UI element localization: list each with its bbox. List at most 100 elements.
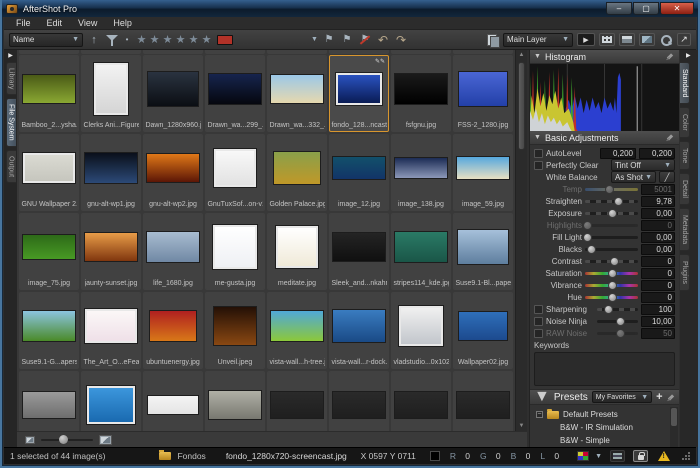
noise-ninja-slider[interactable] [597,320,638,323]
thumbnail-cell[interactable]: GNU Wallpaper 2.jpg [19,134,79,211]
thumbnail-cell[interactable]: FSS-2_1280.jpg [453,55,513,132]
image-view-icon[interactable] [639,33,655,46]
color-label-swatch[interactable] [217,35,233,45]
thumbnail-image[interactable] [333,157,385,179]
slider-handle[interactable] [604,305,613,314]
vibrance-value[interactable]: 0 [641,280,675,291]
thumbnail-cell[interactable]: GnuTuxSof...on-v1.jpg [205,134,265,211]
thumbnail-image[interactable] [333,310,385,342]
close-button[interactable]: ✕ [660,2,694,15]
thumbnail-cell[interactable]: vladstudio...0x1024.jpg [391,292,451,369]
thumbnail-cell[interactable]: Unveil.jpeg [205,292,265,369]
thumbnail-size-slider[interactable] [41,439,93,441]
fill-light-slider[interactable] [585,236,638,239]
thumbnail-image[interactable] [87,386,135,424]
menu-file[interactable]: File [8,18,39,28]
thumbnail-cell[interactable]: life_1680.jpg [143,213,203,290]
browse-view-icon[interactable] [619,33,635,46]
sidebar-tab-library[interactable]: Library [6,62,16,95]
presets-header[interactable]: ▼ Presets My Favorites ▼ + [530,389,679,405]
slider-handle[interactable] [608,209,617,218]
sharpening-slider[interactable] [597,308,638,311]
pin-icon[interactable] [666,133,675,142]
keywords-input[interactable] [534,352,675,386]
thumbnail-cell[interactable]: ubuntuenergy.jpg [143,292,203,369]
thumbnail-cell[interactable]: image_138.jpg [391,134,451,211]
sort-dropdown[interactable]: Name ▼ [9,33,83,47]
thumbnail-cell[interactable]: Suse9.1-G...apers.jpg [19,292,79,369]
thumbnail-cell[interactable]: Dawn_1280x960.jpg [143,55,203,132]
thumbnail-image[interactable] [213,225,257,269]
panel-tab-detail[interactable]: Detail [680,173,690,205]
thumbnail-image[interactable] [147,154,199,182]
scroll-down-icon[interactable]: ▼ [516,421,527,431]
star-icon[interactable]: ★ [161,33,174,47]
slideshow-icon[interactable]: ▶ [577,33,595,46]
thumbnail-image[interactable] [23,235,75,259]
thumbnail-image[interactable] [333,233,385,261]
highlights-slider[interactable] [585,224,638,227]
thumbnail-image[interactable] [459,72,507,106]
thumbnail-cell[interactable]: Bamboo_2...ysha.jpg [19,55,79,132]
noise-ninja-checkbox[interactable] [534,317,543,326]
thumbnail-cell[interactable]: The_Art_O...eFear.jpg [81,292,141,369]
collapse-arrow-icon[interactable]: ▶ [8,52,13,59]
lock-icon[interactable] [633,450,648,462]
thumbnail-image[interactable] [209,391,261,419]
slider-handle[interactable] [608,281,617,290]
thumbnail-image[interactable] [23,153,75,183]
thumbnail-cell[interactable]: ✎✎fondo_128...ncast.jpg [329,55,389,132]
scroll-up-icon[interactable]: ▲ [516,50,527,60]
slider-handle[interactable] [583,233,592,242]
thumbnail-image[interactable] [395,158,447,178]
thumbnail-image[interactable] [214,307,256,345]
sort-direction-icon[interactable]: ↑ [87,33,101,47]
thumbnail-cell[interactable]: meditate.jpg [267,213,327,290]
collapse-expander-icon[interactable]: – [536,411,543,418]
thumbnail-cell[interactable]: fsfgnu.jpg [391,55,451,132]
collapse-arrow-icon[interactable]: ▶ [686,52,691,59]
thumbnail-image[interactable] [271,75,323,103]
large-thumbnail-icon[interactable] [99,435,112,445]
star-icon[interactable]: ★ [187,33,200,47]
straighten-value[interactable]: 9,78 [641,196,675,207]
saturation-value[interactable]: 0 [641,268,675,279]
highlights-value[interactable]: 0 [641,220,675,231]
scrollbar-thumb[interactable] [518,62,525,150]
thumbnail-cell[interactable]: image_59.jpg [453,134,513,211]
menu-edit[interactable]: Edit [39,18,71,28]
presets-scrollbar[interactable] [670,407,678,447]
rating-none-icon[interactable]: • [123,33,131,47]
thumbnail-image[interactable] [271,392,323,418]
warning-icon[interactable] [658,451,670,461]
preset-item[interactable]: B&W - IR Simulation [536,421,667,434]
noise-ninja-value[interactable]: 10,00 [641,316,675,327]
panel-tab-tone[interactable]: Tone [680,141,690,170]
thumbnail-image[interactable] [399,306,443,346]
thumbnail-cell[interactable]: Suse9.1-Bl...papers.jpg [453,213,513,290]
filter-icon[interactable] [105,33,119,47]
blacks-value[interactable]: 0,00 [641,244,675,255]
menu-view[interactable]: View [70,18,105,28]
thumbnail-cell[interactable]: image_75.jpg [19,213,79,290]
thumbnail-image[interactable] [23,75,75,103]
thumbnail-cell[interactable] [19,371,79,431]
thumbnail-cell[interactable] [81,371,141,431]
add-preset-button[interactable]: + [656,391,662,403]
hue-slider[interactable] [585,296,638,299]
current-folder[interactable]: Fondos [177,451,205,461]
thumbnail-cell[interactable] [329,371,389,431]
thumbnail-image[interactable] [457,157,509,179]
thumbnail-cell[interactable]: Sleek_and...nkahn.jpg [329,213,389,290]
preset-folder-row[interactable]: –Default Presets [536,408,667,421]
blacks-slider[interactable] [585,248,638,251]
thumbnail-image[interactable] [395,74,447,104]
title-bar[interactable]: AfterShot Pro – ▢ ✕ [2,0,698,17]
thumbnail-image[interactable] [85,309,137,343]
perfectly-clear-dropdown[interactable]: Tint Off▼ [611,159,675,171]
sidebar-tab-file-system[interactable]: File System [6,98,16,147]
resize-grip[interactable] [682,452,690,460]
thumbnail-view-icon[interactable] [599,33,615,46]
thumbnail-image[interactable] [147,232,199,262]
eyedropper-icon[interactable]: ╱ [659,171,675,183]
